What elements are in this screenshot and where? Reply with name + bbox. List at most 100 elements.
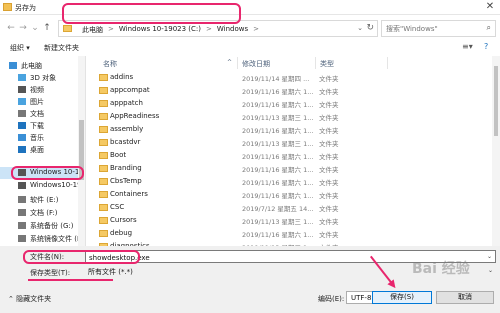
nav-item-drive-g[interactable]: 系统备份 (G:) [0, 220, 85, 232]
filetype-value: 所有文件 (*.*) [88, 268, 133, 276]
file-row[interactable]: Branding 2019/11/16 星期六 1... 文件夹 [87, 163, 487, 175]
breadcrumb-windows[interactable]: Windows [217, 25, 248, 35]
column-header-name[interactable]: 名称 [103, 59, 117, 69]
organize-button[interactable]: 组织 ▾ [10, 43, 30, 53]
chevron-right-icon[interactable]: > [206, 25, 212, 35]
folder-icon [99, 165, 108, 172]
chevron-down-icon[interactable]: ⌄ [357, 24, 363, 32]
nav-item-drive-f[interactable]: 文档 (F:) [0, 207, 85, 219]
chevron-right-icon[interactable]: > [253, 25, 259, 35]
nav-item-desktop[interactable]: 桌面 [0, 144, 85, 156]
file-row[interactable]: CSC 2019/7/12 星期五 14... 文件夹 [87, 202, 487, 214]
up-arrow-icon[interactable]: ↑ [42, 23, 52, 33]
pictures-icon [18, 98, 26, 105]
window-title: 另存为 [15, 4, 36, 12]
nav-item-videos[interactable]: 视频 [0, 84, 85, 96]
address-highlight-annotation [62, 3, 241, 24]
computer-icon [9, 62, 17, 69]
nav-item-drive-e[interactable]: 软件 (E:) [0, 194, 85, 206]
file-row[interactable]: AppReadiness 2019/11/13 星期三 1... 文件夹 [87, 111, 487, 123]
folder-icon [99, 126, 108, 133]
folder-icon [63, 25, 72, 32]
nav-item-3d-objects[interactable]: 3D 对象 [0, 72, 85, 84]
drive-icon [18, 182, 26, 189]
drive-icon [18, 209, 26, 216]
filetype-underline-annotation [28, 279, 113, 281]
folder-icon [99, 113, 108, 120]
encoding-label: 编码(E): [318, 295, 345, 303]
view-options-icon[interactable]: ≡▾ [462, 42, 473, 51]
scrollbar-thumb[interactable] [494, 66, 498, 136]
video-icon [18, 86, 26, 93]
file-row[interactable]: CbsTemp 2019/11/16 星期六 1... 文件夹 [87, 176, 487, 188]
file-row[interactable]: appcompat 2019/11/16 星期六 1... 文件夹 [87, 85, 487, 97]
file-row[interactable]: Cursors 2019/11/13 星期三 1... 文件夹 [87, 215, 487, 227]
nav-item-drive-h[interactable]: 系统镜像文件 (H [0, 233, 85, 245]
column-divider[interactable] [237, 57, 238, 69]
cancel-button[interactable]: 取消 [436, 291, 494, 304]
refresh-icon[interactable]: ↻ [366, 23, 374, 33]
forward-arrow-icon[interactable]: → [18, 23, 28, 33]
folder-icon [99, 74, 108, 81]
nav-item-downloads[interactable]: 下载 [0, 120, 85, 132]
chevron-right-icon[interactable]: > [108, 25, 114, 35]
search-box[interactable]: ⌕ [381, 20, 496, 37]
drive-icon [18, 222, 26, 229]
hide-folders-toggle[interactable]: ⌃ 隐藏文件夹 [8, 294, 51, 304]
drive-icon [18, 235, 26, 242]
music-icon [18, 134, 26, 141]
folder-icon [99, 204, 108, 211]
nav-item-documents[interactable]: 文档 [0, 108, 85, 120]
folder-icon [99, 100, 108, 107]
close-button[interactable]: ✕ [484, 1, 496, 13]
drive-highlight-annotation [11, 166, 84, 180]
breadcrumb-this-pc[interactable]: 此电脑 [82, 25, 103, 35]
documents-icon [18, 110, 26, 117]
folder-icon [99, 87, 108, 94]
back-arrow-icon[interactable]: ← [6, 23, 16, 33]
filename-highlight-annotation [23, 250, 140, 264]
folder-icon [99, 191, 108, 198]
file-list-scrollbar[interactable] [492, 56, 500, 246]
chevron-down-icon[interactable]: ⌄ [487, 253, 492, 260]
file-row[interactable]: apppatch 2019/11/16 星期六 1... 文件夹 [87, 98, 487, 110]
column-divider[interactable] [387, 57, 388, 69]
nav-item-pictures[interactable]: 图片 [0, 96, 85, 108]
column-divider[interactable] [315, 57, 316, 69]
save-button[interactable]: 保存(S) [372, 291, 432, 304]
nav-scrollbar[interactable] [78, 56, 85, 246]
breadcrumb-drive-c[interactable]: Windows 10-19023 (C:) [119, 25, 201, 35]
recent-locations-icon[interactable]: ⌄ [30, 23, 40, 33]
file-row[interactable]: bcastdvr 2019/11/13 星期三 1... 文件夹 [87, 137, 487, 149]
folder-icon [99, 217, 108, 224]
watermark: Bai 经验 [412, 261, 470, 277]
file-list: 名称 ^ 修改日期 类型 addins 2019/11/14 星期四 ... 文… [87, 56, 500, 252]
filetype-label: 保存类型(T): [30, 269, 71, 277]
column-header-date[interactable]: 修改日期 [242, 59, 270, 69]
new-folder-button[interactable]: 新建文件夹 [44, 43, 79, 53]
search-icon[interactable]: ⌕ [487, 23, 491, 33]
downloads-icon [18, 122, 26, 129]
folder-icon [99, 178, 108, 185]
search-input[interactable] [386, 24, 481, 34]
nav-item-music[interactable]: 音乐 [0, 132, 85, 144]
folder-icon [99, 152, 108, 159]
nav-item-this-pc[interactable]: 此电脑 [0, 60, 85, 72]
folder-icon [99, 230, 108, 237]
file-row[interactable]: Boot 2019/11/16 星期六 1... 文件夹 [87, 150, 487, 162]
help-icon[interactable]: ? [484, 42, 488, 51]
column-header-type[interactable]: 类型 [320, 59, 334, 69]
file-row[interactable]: debug 2019/11/16 星期六 1... 文件夹 [87, 228, 487, 240]
desktop-icon [18, 146, 26, 153]
toolbar: 组织 ▾ 新建文件夹 ≡▾ ? [0, 41, 500, 55]
breadcrumb: 此电脑 > Windows 10-19023 (C:) > Windows > [82, 25, 259, 35]
sort-arrow-icon: ^ [227, 59, 233, 66]
drive-icon [18, 196, 26, 203]
chevron-down-icon[interactable]: ⌄ [488, 267, 493, 274]
file-row[interactable]: assembly 2019/11/16 星期六 1... 文件夹 [87, 124, 487, 136]
file-row[interactable]: addins 2019/11/14 星期四 ... 文件夹 [87, 72, 487, 84]
file-row[interactable]: Containers 2019/11/16 星期六 1... 文件夹 [87, 189, 487, 201]
notepad-icon [3, 3, 12, 11]
3d-objects-icon [18, 74, 26, 81]
nav-item-drive-d[interactable]: Windows10-19 [0, 180, 85, 192]
